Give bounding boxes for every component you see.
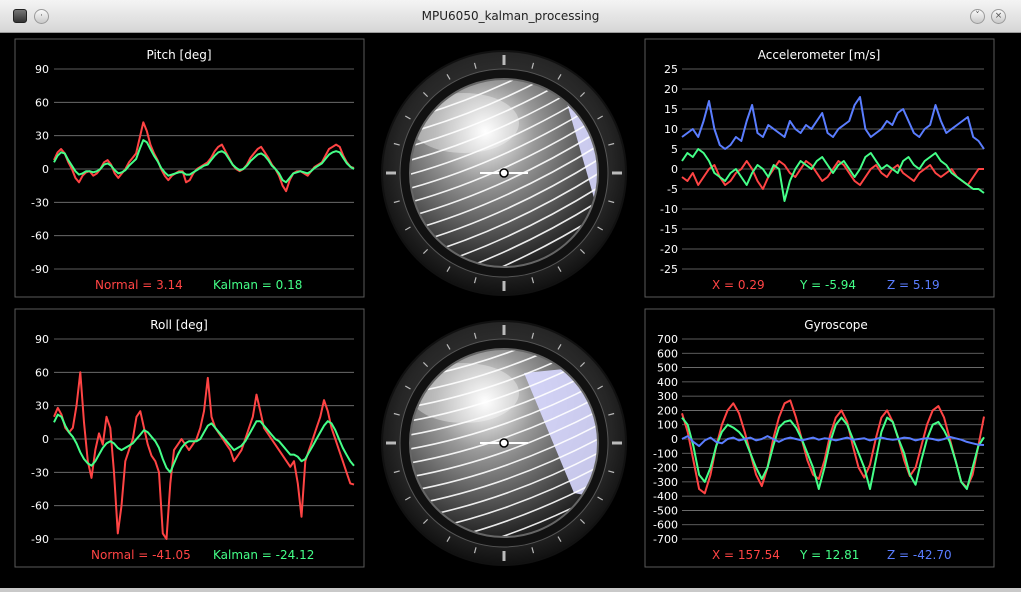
accel-tick-label: -25	[660, 263, 678, 276]
gyro-tick-label: 600	[657, 347, 678, 360]
gyro-tick-label: -100	[653, 447, 678, 460]
minimize-button[interactable]: ˅	[970, 9, 985, 24]
accel-tick-label: 10	[664, 123, 678, 136]
roll-tick-label: 0	[42, 433, 49, 446]
accel-tick-label: -10	[660, 203, 678, 216]
accel-x-legend: X = 0.29	[712, 278, 765, 292]
gyro-panel: Gyroscope 700600 500400300200 1000-100 -200…	[644, 308, 995, 568]
gyro-tick-label: -700	[653, 533, 678, 546]
close-button[interactable]: ×	[991, 9, 1006, 24]
pitch-panel: Pitch [deg] 90 60 30 0 -30 -60 -90 Normal = 3.…	[14, 38, 365, 298]
roll-normal-legend: Normal = -41.05	[91, 548, 191, 562]
gyro-tick-label: -500	[653, 504, 678, 517]
accel-tick-label: -20	[660, 243, 678, 256]
pitch-tick-label: 90	[35, 63, 49, 76]
gyro-y-legend: Y = 12.81	[799, 548, 859, 562]
gyro-tick-label: 300	[657, 390, 678, 403]
pitch-tick-label: 0	[42, 163, 49, 176]
roll-frame	[14, 308, 365, 568]
accel-tick-label: -5	[667, 183, 678, 196]
accel-tick-label: 25	[664, 63, 678, 76]
gyro-title: Gyroscope	[804, 318, 868, 332]
accel-panel: Accelerometer [m/s] 25 20 15 10 5 0 -5 -10 -15 -2…	[644, 38, 995, 298]
gyro-tick-label: -200	[653, 462, 678, 475]
accel-frame	[644, 38, 995, 298]
gyro-frame	[644, 308, 995, 568]
title-bar: · MPU6050_kalman_processing ˅ ×	[0, 0, 1021, 33]
pitch-kalman-legend: Kalman = 0.18	[213, 278, 302, 292]
sketch-canvas: Pitch [deg] 90 60 30 0 -30 -60 -90 Normal = 3.…	[4, 33, 1017, 588]
gyro-tick-label: -400	[653, 490, 678, 503]
gyro-tick-label: -600	[653, 519, 678, 532]
roll-tick-label: -30	[31, 466, 49, 479]
accel-tick-label: 20	[664, 83, 678, 96]
accel-z-legend: Z = 5.19	[887, 278, 940, 292]
attitude-indicator-pitch	[381, 50, 627, 296]
roll-tick-label: -90	[31, 533, 49, 546]
pitch-normal-legend: Normal = 3.14	[95, 278, 183, 292]
pitch-title: Pitch [deg]	[146, 48, 211, 62]
gyro-tick-label: 100	[657, 419, 678, 432]
window-bottom-border	[0, 588, 1021, 592]
roll-panel: Roll [deg] 90 60 30 0 -30 -60 -90 Normal = -41…	[14, 308, 365, 568]
roll-kalman-legend: Kalman = -24.12	[213, 548, 314, 562]
accel-y-legend: Y = -5.94	[799, 278, 856, 292]
accel-tick-label: -15	[660, 223, 678, 236]
app-window: · MPU6050_kalman_processing ˅ × Pitch [d…	[0, 0, 1021, 592]
roll-tick-label: -60	[31, 500, 49, 513]
pitch-tick-label: 60	[35, 96, 49, 109]
pitch-tick-label: -60	[31, 230, 49, 243]
accel-tick-label: 0	[671, 163, 678, 176]
gyro-z-legend: Z = -42.70	[887, 548, 952, 562]
window-title: MPU6050_kalman_processing	[421, 9, 600, 23]
sketch-svg: Pitch [deg] 9060300-30-60-90 Normal = 3.…	[14, 38, 995, 568]
pitch-tick-label: 30	[35, 130, 49, 143]
gyro-tick-label: 700	[657, 333, 678, 346]
attitude-indicator-roll	[381, 320, 627, 566]
accel-tick-label: 15	[664, 103, 678, 116]
gyro-tick-label: 500	[657, 362, 678, 375]
roll-tick-label: 30	[35, 400, 49, 413]
pitch-frame	[14, 38, 365, 298]
roll-tick-label: 60	[35, 366, 49, 379]
gyro-x-legend: X = 157.54	[712, 548, 780, 562]
accel-title: Accelerometer [m/s]	[758, 48, 881, 62]
gyro-tick-label: 200	[657, 404, 678, 417]
gyro-tick-label: 0	[671, 433, 678, 446]
roll-tick-label: 90	[35, 333, 49, 346]
pitch-tick-label: -90	[31, 263, 49, 276]
pitch-tick-label: -30	[31, 196, 49, 209]
gyro-tick-label: 400	[657, 376, 678, 389]
gyro-tick-label: -300	[653, 476, 678, 489]
accel-tick-label: 5	[671, 143, 678, 156]
roll-title: Roll [deg]	[150, 318, 208, 332]
